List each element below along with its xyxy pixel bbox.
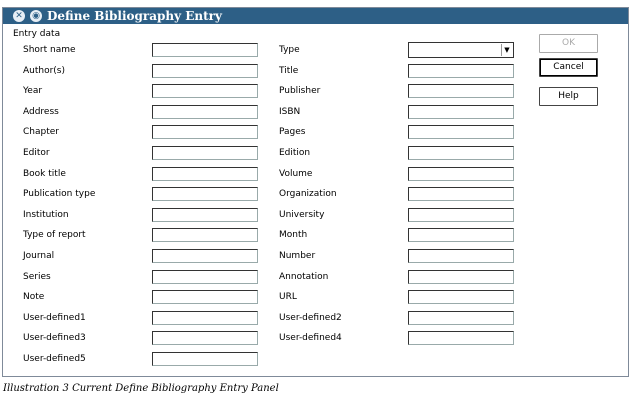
edition-field[interactable]: [408, 146, 514, 160]
short-name-field[interactable]: [152, 43, 258, 57]
book-title-field[interactable]: [152, 166, 258, 181]
help-button[interactable]: Help: [539, 87, 598, 106]
define-bibliography-dialog: ✕ ◉ Define Bibliography Entry Entry data…: [2, 7, 629, 377]
url-field[interactable]: [408, 290, 514, 305]
label-publication-type: Publication type: [23, 189, 96, 200]
year-field[interactable]: [152, 84, 258, 99]
label-year: Year: [23, 86, 43, 97]
volume-field[interactable]: [408, 166, 514, 181]
label-url: URL: [279, 292, 297, 303]
user-defined4-field[interactable]: [408, 331, 514, 346]
label-institution: Institution: [23, 209, 69, 220]
label-annotation: Annotation: [279, 271, 329, 282]
label-user-defined2: User-defined2: [279, 312, 342, 323]
label-organization: Organization: [279, 189, 337, 200]
month-field[interactable]: [408, 228, 514, 243]
publication-type-field[interactable]: [152, 187, 258, 202]
label-user-defined1: User-defined1: [23, 312, 86, 323]
label-type: Type: [279, 45, 300, 55]
label-edition: Edition: [279, 148, 311, 158]
label-journal: Journal: [23, 251, 55, 261]
number-field[interactable]: [408, 249, 514, 263]
chevron-down-icon[interactable]: ▼: [501, 44, 512, 56]
type-select[interactable]: ▼: [408, 42, 514, 58]
title-field[interactable]: [408, 63, 514, 78]
note-field[interactable]: [152, 290, 258, 305]
cancel-button[interactable]: Cancel: [539, 58, 598, 77]
label-user-defined3: User-defined3: [23, 333, 86, 344]
isbn-field[interactable]: [408, 104, 514, 119]
address-field[interactable]: [152, 104, 258, 119]
label-short-name: Short name: [23, 45, 76, 55]
label-chapter: Chapter: [23, 127, 59, 138]
label-publisher: Publisher: [279, 86, 321, 97]
group-label-entry-data: Entry data: [13, 29, 61, 39]
ok-button[interactable]: OK: [539, 34, 598, 53]
label-user-defined5: User-defined5: [23, 354, 86, 364]
label-university: University: [279, 209, 325, 220]
editor-field[interactable]: [152, 146, 258, 160]
user-defined3-field[interactable]: [152, 331, 258, 346]
title-bar: ✕ ◉ Define Bibliography Entry: [3, 8, 628, 24]
label-isbn: ISBN: [279, 106, 301, 117]
author-s-field[interactable]: [152, 63, 258, 78]
close-icon[interactable]: ✕: [13, 10, 25, 22]
journal-field[interactable]: [152, 249, 258, 263]
label-type-of-report: Type of report: [23, 230, 86, 241]
label-user-defined4: User-defined4: [279, 333, 342, 344]
label-note: Note: [23, 292, 45, 303]
label-title: Title: [279, 65, 299, 76]
menu-icon[interactable]: ◉: [30, 10, 42, 22]
organization-field[interactable]: [408, 187, 514, 202]
annotation-field[interactable]: [408, 269, 514, 284]
label-author-s: Author(s): [23, 65, 66, 76]
label-book-title: Book title: [23, 168, 66, 179]
series-field[interactable]: [152, 269, 258, 284]
university-field[interactable]: [408, 207, 514, 222]
institution-field[interactable]: [152, 207, 258, 222]
label-number: Number: [279, 251, 316, 261]
label-editor: Editor: [23, 148, 50, 158]
publisher-field[interactable]: [408, 84, 514, 99]
user-defined5-field[interactable]: [152, 352, 258, 366]
label-series: Series: [23, 271, 51, 282]
label-month: Month: [279, 230, 308, 241]
pages-field[interactable]: [408, 125, 514, 140]
label-volume: Volume: [279, 168, 313, 179]
label-pages: Pages: [279, 127, 306, 138]
label-address: Address: [23, 106, 59, 117]
chapter-field[interactable]: [152, 125, 258, 140]
dialog-title: Define Bibliography Entry: [47, 9, 222, 23]
type-of-report-field[interactable]: [152, 228, 258, 243]
user-defined1-field[interactable]: [152, 310, 258, 325]
user-defined2-field[interactable]: [408, 310, 514, 325]
figure-caption: Illustration 3 Current Define Bibliograp…: [3, 383, 279, 394]
